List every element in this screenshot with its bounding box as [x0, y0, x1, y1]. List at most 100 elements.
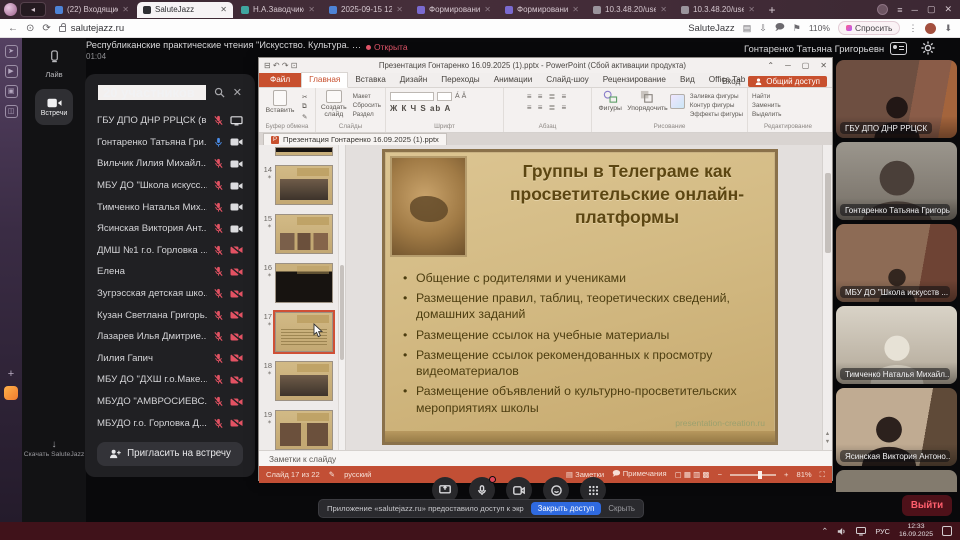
hide-notification-button[interactable]: Скрыть [608, 504, 635, 513]
font-name-box[interactable] [390, 92, 434, 101]
video-tile[interactable]: Гонтаренко Татьяна Григорьевна [836, 142, 957, 220]
video-service-icon[interactable]: ▶ [4, 65, 18, 78]
keyboard-layout-indicator[interactable]: РУС [875, 527, 890, 536]
participant-row[interactable]: Вильчик Лилия Михайл... [85, 153, 255, 175]
view-buttons[interactable]: ▢ ▦ ▥ ▩ [675, 470, 710, 479]
align-buttons[interactable]: ≡ ≡ ≣ ≡ [527, 103, 568, 112]
shape-format-button[interactable]: Заливка фигуры [690, 93, 743, 100]
tab-close-icon[interactable]: ✕ [308, 5, 315, 14]
paste-button[interactable]: Вставить [263, 90, 297, 114]
ask-ai-button[interactable]: Спросить [837, 21, 901, 35]
search-icon[interactable] [214, 87, 225, 98]
editing-button[interactable]: Найти [752, 93, 781, 100]
spellcheck-icon[interactable]: ✎ [329, 470, 335, 479]
quick-access-toolbar[interactable]: ⊟ ↶ ↷ ⊡ [264, 61, 297, 70]
zoom-out-button[interactable]: − [718, 470, 722, 479]
participant-row[interactable]: ГБУ ДПО ДНР РРЦСК (вы) [85, 110, 255, 132]
tray-expand-icon[interactable]: ⌃ [821, 526, 828, 537]
browser-tab[interactable]: Н.А.Заводчикова... ✕ [235, 2, 321, 18]
thumbnail-image[interactable] [275, 214, 333, 254]
participant-row[interactable]: Лазарев Илья Дмитрие... [85, 326, 255, 348]
browser-logo-icon[interactable] [4, 3, 17, 16]
sidebar-item-meetings[interactable]: Встречи [35, 89, 73, 125]
share-button[interactable]: Общий доступ [748, 75, 827, 87]
video-tile[interactable]: Ясинская Виктория Антоно... [836, 388, 957, 466]
zoom-percent[interactable]: 81% [796, 470, 811, 479]
tab-close-icon[interactable]: ✕ [572, 5, 579, 14]
browser-tab[interactable]: 2025-09-15 12.12... ✕ [323, 2, 409, 18]
new-tab-button[interactable]: + [764, 3, 780, 17]
browser-tab[interactable]: 10.3.48.20/user/d... ✕ [675, 2, 761, 18]
window-close-button[interactable]: ✕ [944, 4, 952, 15]
slide-thumbnail[interactable]: 19 ✶ [259, 410, 345, 450]
comments-toggle[interactable]: 🗩 Примечания [612, 468, 666, 481]
slide-thumbnail[interactable]: 16 ✶ [259, 263, 345, 303]
forward-button[interactable]: ⊙ [26, 23, 34, 34]
download-arrow-icon[interactable]: ⬇ [944, 23, 952, 34]
browser-menu-icon[interactable]: ≡ [897, 5, 902, 15]
pinned-app-icon[interactable]: ◂ [20, 2, 46, 17]
tab-close-icon[interactable]: ✕ [484, 5, 491, 14]
account-avatar[interactable] [925, 22, 937, 34]
slides-small-button[interactable]: Сбросить [353, 102, 381, 109]
fit-slide-icon[interactable]: ⛶ [820, 470, 825, 480]
participant-row[interactable]: МБУДО "АМВРОСИЕВС... [85, 391, 255, 413]
downloads-icon[interactable]: ⇩ [759, 23, 767, 34]
more-options-icon[interactable]: ⋮ [908, 23, 917, 34]
thumbnail-image[interactable] [275, 165, 333, 205]
invite-button[interactable]: Пригласить на встречу [97, 441, 243, 466]
ppt-minimize-button[interactable]: ─ [785, 61, 791, 70]
quick-styles-icon[interactable] [670, 94, 685, 109]
ribbon-tab[interactable]: Анимации [487, 73, 540, 87]
sidebar-item-live[interactable]: Лайв [32, 50, 76, 79]
gear-icon[interactable] [921, 41, 935, 55]
apps-icon[interactable]: ◫ [4, 105, 18, 118]
comments-icon[interactable]: 🗩 [775, 20, 785, 36]
ribbon-tab[interactable]: Слайд-шоу [539, 73, 595, 87]
zoom-slider[interactable] [730, 470, 777, 479]
ribbon-tab[interactable]: Вставка [348, 73, 392, 87]
ppt-close-button[interactable]: ✕ [820, 61, 827, 70]
arrange-button[interactable]: Упорядочить [627, 90, 668, 112]
back-button[interactable]: ← [8, 23, 18, 34]
participant-row[interactable]: МБУ ДО "Школа искусс... [85, 175, 255, 197]
shape-format-button[interactable]: Контур фигуры [690, 102, 743, 109]
font-style-buttons[interactable]: Ж К Ч S ab А [390, 104, 451, 113]
bookmark-icon[interactable]: ⚑ [793, 23, 801, 34]
participant-row[interactable]: Кузан Светлана Григорь... [85, 304, 255, 326]
window-minimize-button[interactable]: ─ [912, 5, 918, 15]
copy-icon[interactable]: ⧉ [302, 103, 307, 111]
tab-close-icon[interactable]: ✕ [748, 5, 755, 14]
slide-thumbnail[interactable]: 18 ✶ [259, 361, 345, 401]
download-app-button[interactable]: ↓ Скачать SaluteJazz [22, 438, 86, 460]
ribbon-tab[interactable]: Файл [259, 73, 302, 87]
ppt-maximize-button[interactable]: ▢ [802, 61, 810, 70]
thumbnail-image[interactable] [273, 310, 335, 354]
browser-tab[interactable]: Формирование и... ✕ [411, 2, 497, 18]
current-slide[interactable]: Группы в Телеграме как просветительские … [382, 149, 778, 445]
video-tile[interactable]: МБУ ДО "Школа искусств ... [836, 224, 957, 302]
participant-row[interactable]: МБУ ДО "ДХШ г.о.Маке... [85, 369, 255, 391]
slide-scrollbar[interactable]: ▲ ▼ [822, 145, 832, 450]
participant-card-icon[interactable] [890, 41, 907, 55]
url-field[interactable]: salutejazz.ru [58, 23, 124, 34]
shapes-button[interactable]: Фигуры [596, 90, 624, 112]
participant-row[interactable]: ДМШ №1 г.о. Горловка ... [85, 240, 255, 262]
new-slide-button[interactable]: Создать слайд [320, 90, 348, 118]
reload-button[interactable]: ⟳ [42, 23, 50, 34]
video-tile[interactable]: Тимченко Наталья Михайл... [836, 306, 957, 384]
browser-tab[interactable]: 10.3.48.20/user/d... ✕ [587, 2, 673, 18]
video-tile[interactable]: ГБУ ДПО ДНР РРЦСК [836, 60, 957, 138]
tab-close-icon[interactable]: ✕ [220, 5, 227, 14]
notes-pane[interactable]: Заметки к слайду [259, 450, 832, 466]
messenger-icon[interactable]: ▣ [4, 85, 18, 98]
shape-format-button[interactable]: Эффекты фигуры [690, 111, 743, 118]
font-controls[interactable]: А́ А̌ [390, 92, 466, 101]
ribbon-tab[interactable]: Дизайн [393, 73, 435, 87]
keyboard-icon[interactable]: ▤ [743, 23, 752, 34]
browser-tab[interactable]: (22) Входящие - П... ✕ [49, 2, 135, 18]
network-icon[interactable] [856, 526, 867, 536]
page-zoom-level[interactable]: 110% [809, 23, 830, 33]
ribbon-tab[interactable]: Переходы [434, 73, 486, 87]
tab-close-icon[interactable]: ✕ [396, 5, 403, 14]
